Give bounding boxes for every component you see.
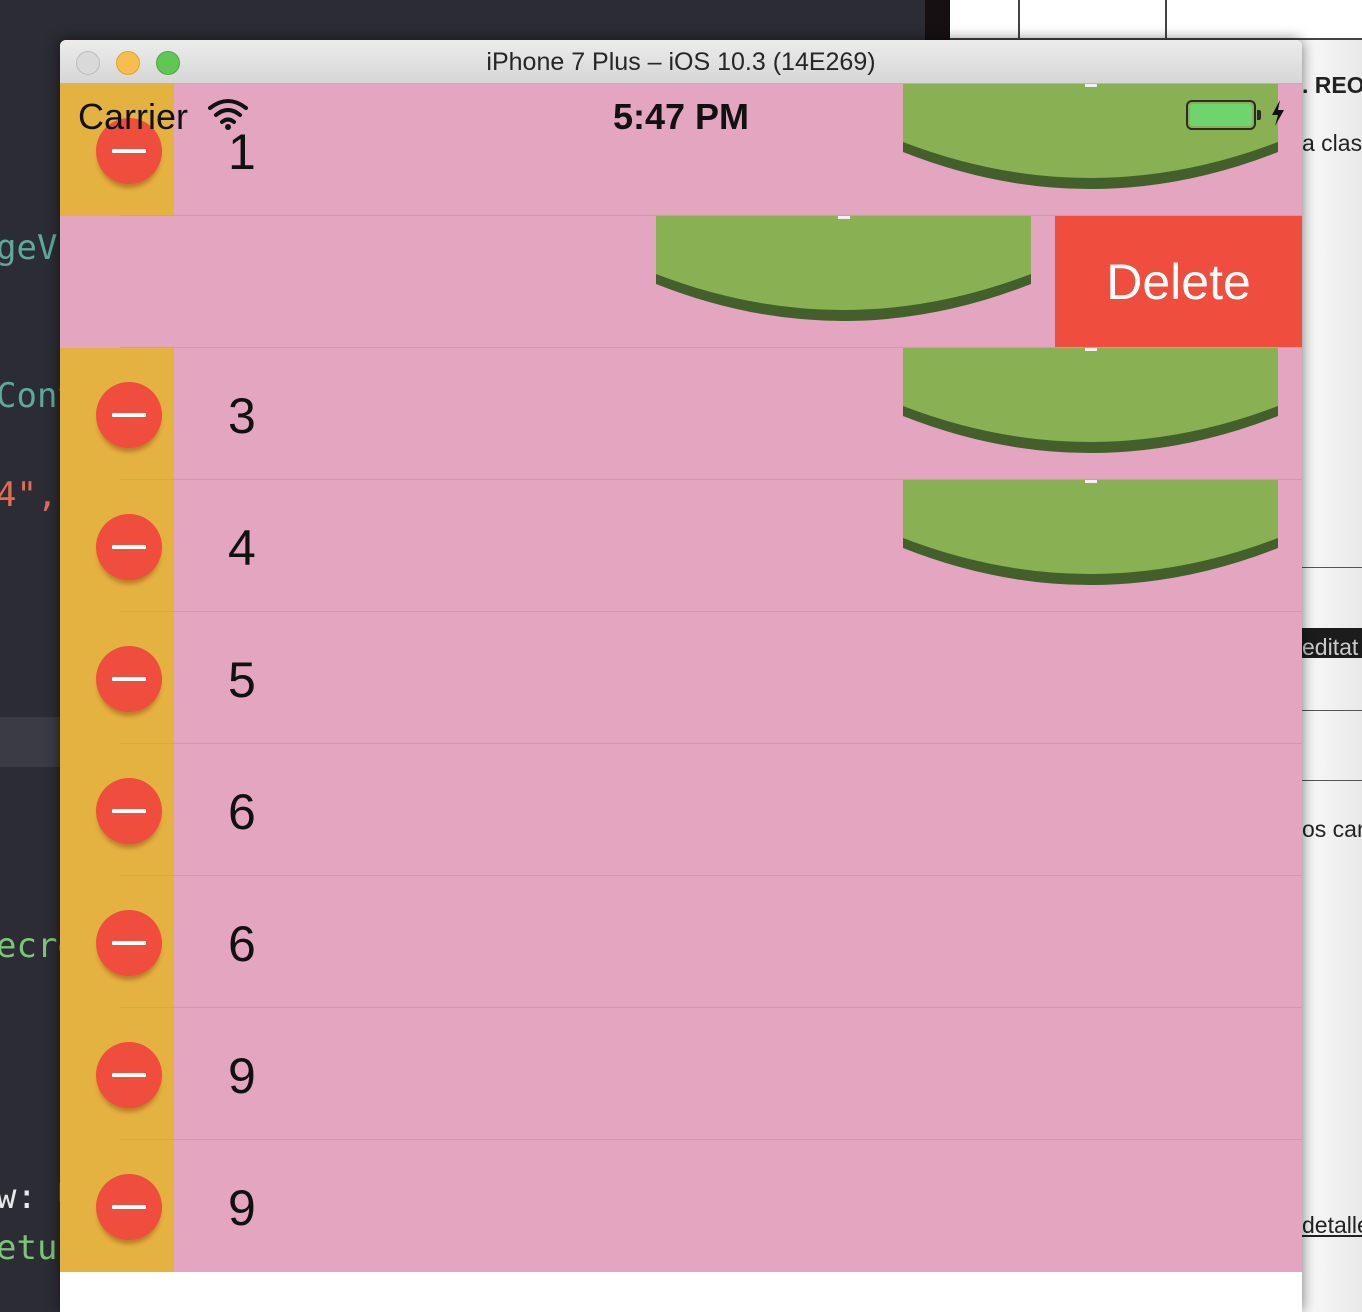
document-text: editat	[1302, 634, 1359, 660]
minus-icon	[112, 1073, 146, 1077]
table-row[interactable]: 5	[60, 612, 1302, 744]
minus-icon	[112, 149, 146, 153]
divider	[1300, 567, 1362, 568]
minus-icon	[112, 677, 146, 681]
document-link[interactable]: detalle	[1302, 1212, 1362, 1239]
window-titlebar[interactable]: iPhone 7 Plus – iOS 10.3 (14E269)	[60, 40, 1302, 84]
table-row[interactable]: 4	[60, 480, 1302, 612]
iphone-screen: 1 Delete 3 4 5 6 6 9 9 Carrier 5:47 PM	[60, 84, 1302, 1272]
minus-icon	[112, 1205, 146, 1209]
table-row[interactable]: 6	[60, 876, 1302, 1008]
simulator-window: iPhone 7 Plus – iOS 10.3 (14E269) 1 Dele…	[60, 40, 1302, 1312]
table-row[interactable]: 1	[60, 84, 1302, 216]
delete-control-button[interactable]	[96, 778, 162, 844]
row-label: 5	[228, 652, 256, 708]
divider	[1300, 710, 1362, 711]
table-row[interactable]: 3	[60, 348, 1302, 480]
table-row[interactable]: 9	[60, 1008, 1302, 1140]
minus-icon	[112, 941, 146, 945]
plate-image	[903, 480, 1278, 585]
editor-edge	[925, 0, 950, 40]
delete-control-button[interactable]	[96, 646, 162, 712]
row-label: 9	[228, 1048, 256, 1104]
current-line-highlight	[0, 717, 60, 767]
row-label: 4	[228, 520, 256, 576]
minus-icon	[112, 545, 146, 549]
row-label: 9	[228, 1180, 256, 1236]
delete-control-button[interactable]	[96, 1174, 162, 1240]
delete-control-button[interactable]	[96, 514, 162, 580]
delete-control-button[interactable]	[96, 382, 162, 448]
delete-control-button[interactable]	[96, 910, 162, 976]
table-row-swiped[interactable]: Delete	[60, 216, 1302, 348]
document-text: os can	[1302, 816, 1362, 842]
document-shade	[1300, 40, 1362, 1312]
plate-image	[903, 348, 1278, 453]
row-label: 1	[228, 124, 256, 180]
row-label: 6	[228, 784, 256, 840]
document-text: . REO	[1302, 72, 1362, 98]
plate-image	[656, 216, 1031, 321]
minus-icon	[112, 809, 146, 813]
plate-image	[903, 84, 1278, 189]
window-title: iPhone 7 Plus – iOS 10.3 (14E269)	[486, 48, 876, 76]
row-label: 3	[228, 388, 256, 444]
document-text: a clas	[1302, 130, 1362, 156]
table-row[interactable]: 9	[60, 1140, 1302, 1272]
table-border	[1165, 0, 1167, 40]
divider	[1300, 780, 1362, 781]
table-border	[1018, 0, 1020, 40]
table-row[interactable]: 6	[60, 744, 1302, 876]
delete-control-button[interactable]	[96, 118, 162, 184]
minus-icon	[112, 413, 146, 417]
row-label: 6	[228, 916, 256, 972]
delete-control-button[interactable]	[96, 1042, 162, 1108]
swipe-delete-button[interactable]: Delete	[1055, 216, 1302, 348]
code-fragment: geV	[0, 228, 58, 268]
